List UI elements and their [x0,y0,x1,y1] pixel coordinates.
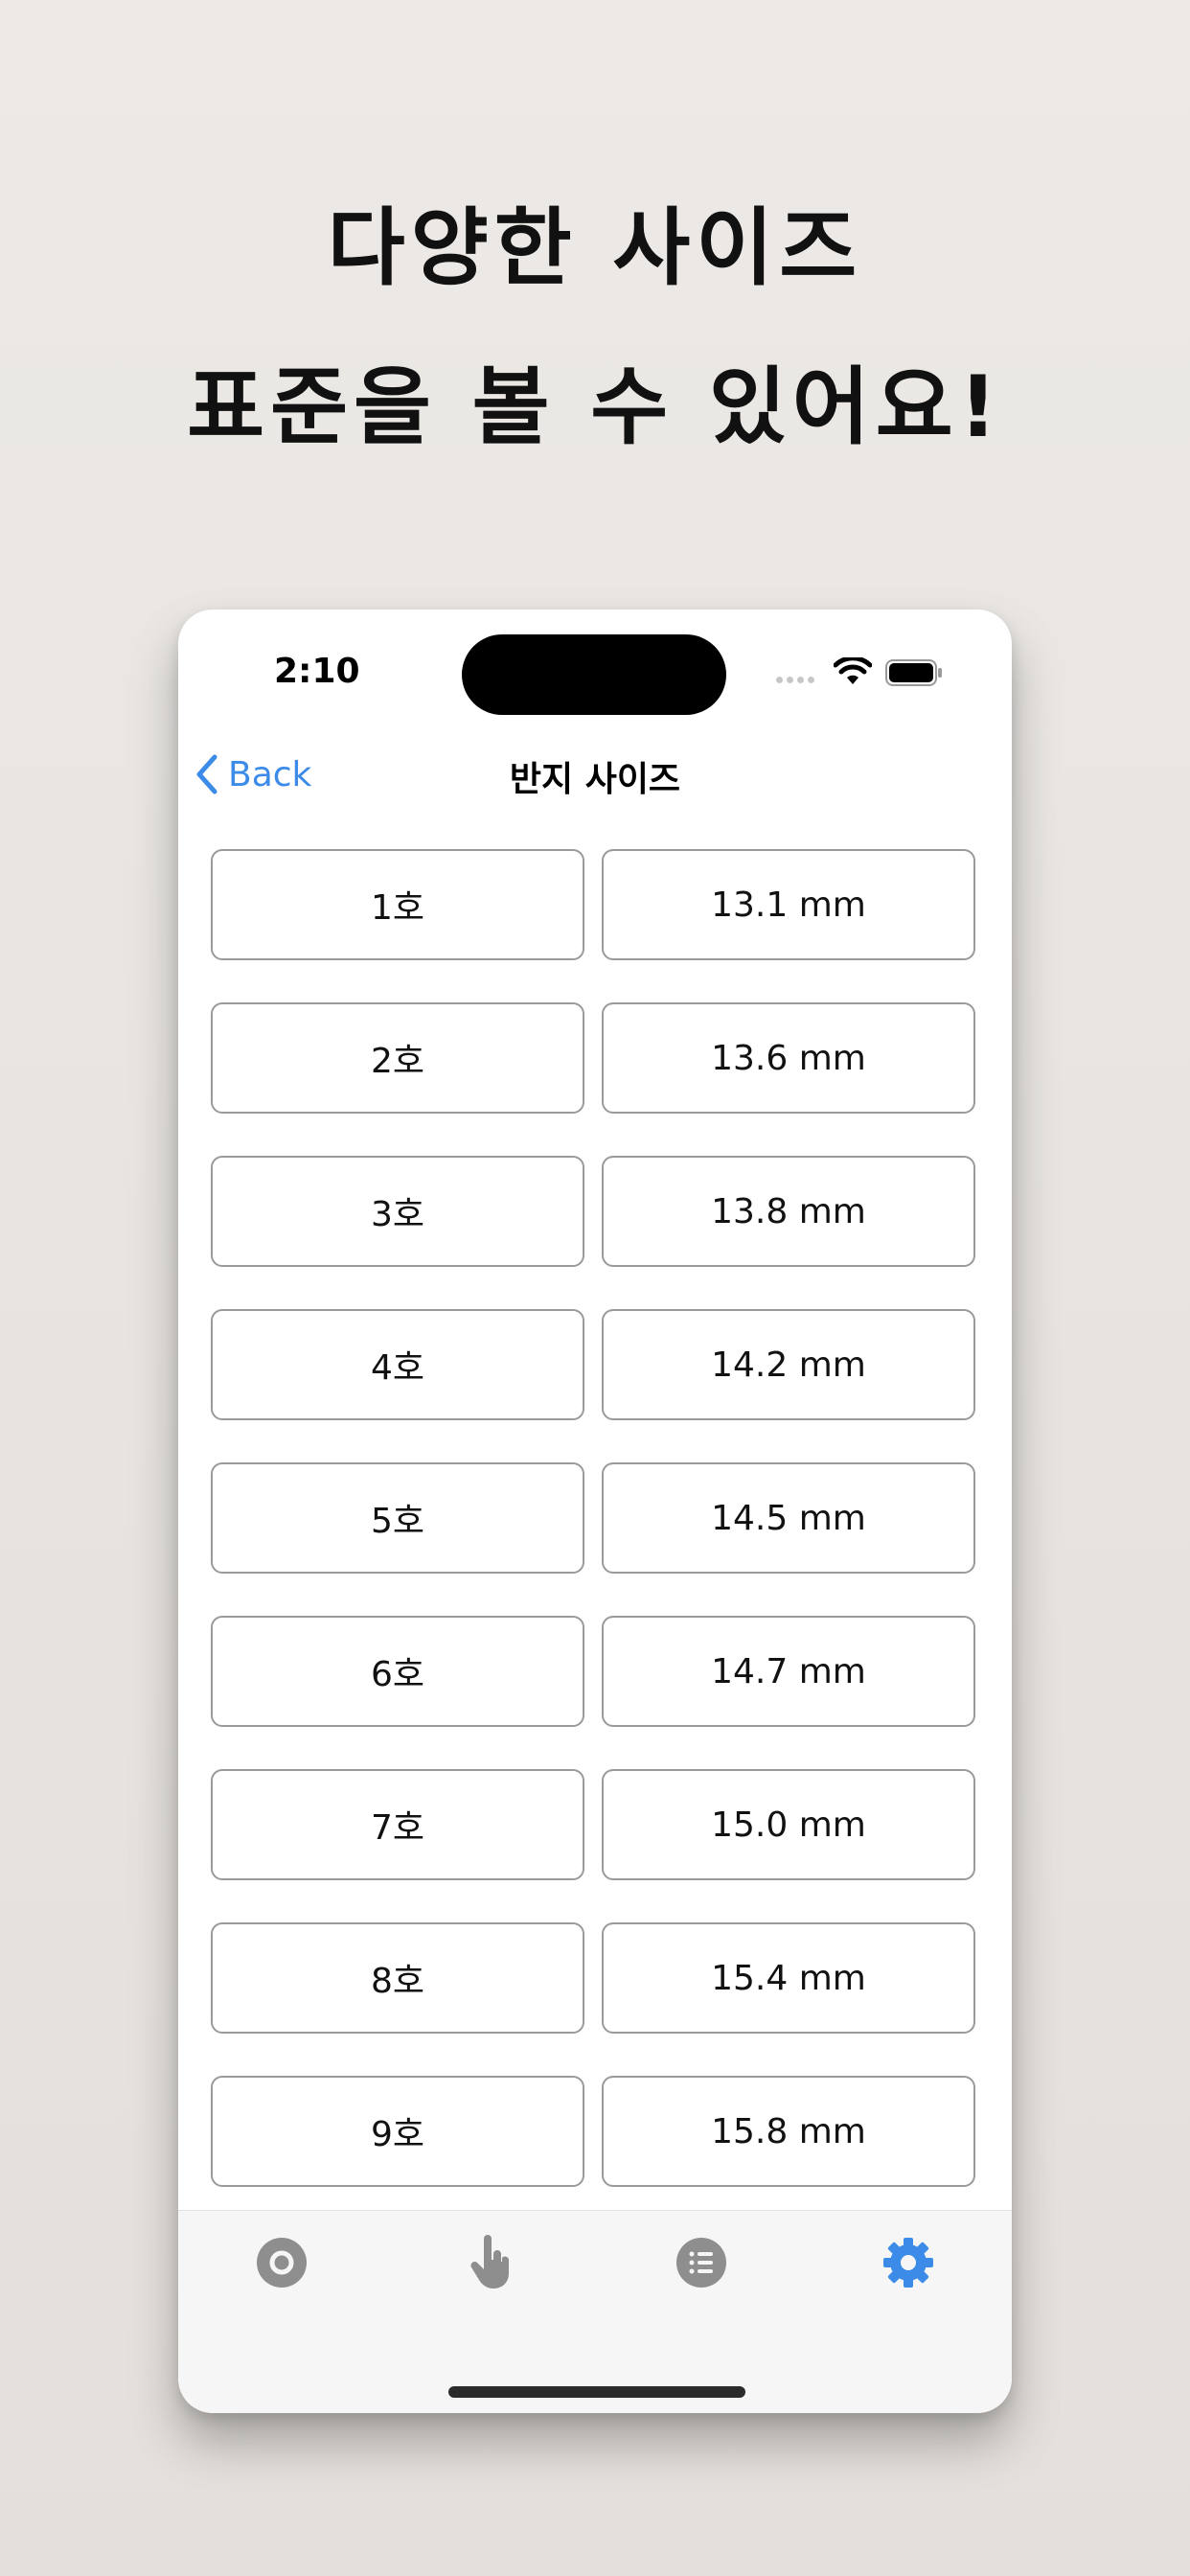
size-cell[interactable]: 9호 [211,2076,584,2187]
diameter-cell[interactable]: 14.5 mm [602,1462,975,1574]
page-title: 반지 사이즈 [509,760,681,799]
size-cell[interactable]: 3호 [211,1156,584,1267]
dynamic-island [462,634,726,715]
diameter-cell[interactable]: 14.2 mm [602,1309,975,1420]
size-cell[interactable]: 4호 [211,1309,584,1420]
size-cell[interactable]: 5호 [211,1462,584,1574]
diameter-cell[interactable]: 13.8 mm [602,1156,975,1267]
size-cell[interactable]: 2호 [211,1002,584,1114]
gear-icon [883,2238,933,2288]
tab-bar [178,2210,1012,2413]
tab-ring[interactable] [253,2234,310,2291]
size-row: 3호 13.8 mm [211,1156,979,1269]
size-row: 1호 13.1 mm [211,849,979,962]
size-row: 7호 15.0 mm [211,1769,979,1882]
size-row: 4호 14.2 mm [211,1309,979,1422]
size-row: 6호 14.7 mm [211,1616,979,1729]
diameter-cell[interactable]: 15.0 mm [602,1769,975,1880]
status-time: 2:10 [274,652,360,691]
headline-line-2: 표준을 볼 수 있어요! [187,357,1003,456]
diameter-cell[interactable]: 13.6 mm [602,1002,975,1114]
size-row: 5호 14.5 mm [211,1462,979,1576]
ring-icon [257,2238,307,2288]
headline-line-1: 다양한 사이즈 [327,198,863,297]
diameter-cell[interactable]: 14.7 mm [602,1616,975,1727]
diameter-cell[interactable]: 15.8 mm [602,2076,975,2187]
home-indicator [448,2386,745,2398]
cellular-signal-icon [776,677,814,683]
tab-measure[interactable] [463,2234,520,2291]
phone-screen: 2:10 Back 반지 사이즈 1호 13.1 mm 2호 13.6 mm 3… [178,610,1012,2413]
hand-pointer-icon [470,2235,509,2288]
size-cell[interactable]: 1호 [211,849,584,960]
size-row: 2호 13.6 mm [211,1002,979,1116]
list-icon [676,2238,726,2288]
size-cell[interactable]: 8호 [211,1922,584,2034]
size-row: 9호 15.8 mm [211,2076,979,2189]
size-cell[interactable]: 7호 [211,1769,584,1880]
battery-icon [885,659,942,686]
diameter-cell[interactable]: 15.4 mm [602,1922,975,2034]
diameter-cell[interactable]: 13.1 mm [602,849,975,960]
size-row: 8호 15.4 mm [211,1922,979,2036]
wifi-icon [834,657,872,684]
size-cell[interactable]: 6호 [211,1616,584,1727]
tab-list[interactable] [673,2234,730,2291]
tab-settings[interactable] [880,2234,937,2291]
